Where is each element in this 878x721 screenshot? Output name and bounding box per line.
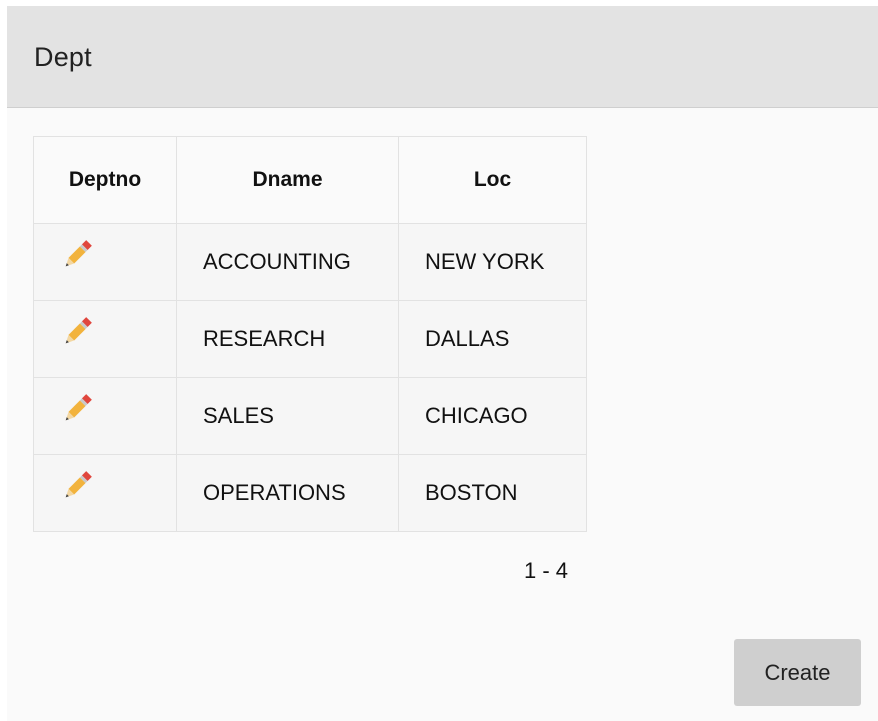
table-row: OPERATIONS BOSTON xyxy=(33,454,587,532)
cell-loc: NEW YORK xyxy=(398,223,587,301)
edit-row-link[interactable] xyxy=(58,313,96,351)
cell-loc: BOSTON xyxy=(398,454,587,532)
cell-dname: RESEARCH xyxy=(176,300,399,378)
table-header-row: Deptno Dname Loc xyxy=(33,136,587,224)
pencil-icon xyxy=(65,471,92,498)
create-button[interactable]: Create xyxy=(734,639,861,706)
column-header-loc[interactable]: Loc xyxy=(398,136,587,224)
table-row: SALES CHICAGO xyxy=(33,377,587,455)
region-header: Dept xyxy=(7,6,878,108)
edit-row-link[interactable] xyxy=(58,236,96,274)
edit-cell xyxy=(33,223,177,301)
dept-report-table: Deptno Dname Loc ACCOUNTING NEW YORK RES… xyxy=(33,136,587,532)
edit-cell xyxy=(33,377,177,455)
edit-row-link[interactable] xyxy=(58,390,96,428)
pencil-icon xyxy=(65,240,92,267)
cell-dname: ACCOUNTING xyxy=(176,223,399,301)
table-row: ACCOUNTING NEW YORK xyxy=(33,223,587,301)
column-header-dname[interactable]: Dname xyxy=(176,136,399,224)
pagination-range: 1 - 4 xyxy=(524,558,569,583)
cell-dname: SALES xyxy=(176,377,399,455)
cell-dname: OPERATIONS xyxy=(176,454,399,532)
edit-cell xyxy=(33,300,177,378)
table-row: RESEARCH DALLAS xyxy=(33,300,587,378)
edit-cell xyxy=(33,454,177,532)
pencil-icon xyxy=(65,394,92,421)
pencil-icon xyxy=(65,317,92,344)
dept-region: Dept Deptno Dname Loc ACCOUNTING NEW YOR… xyxy=(7,6,878,721)
cell-loc: DALLAS xyxy=(398,300,587,378)
column-header-deptno[interactable]: Deptno xyxy=(33,136,177,224)
edit-row-link[interactable] xyxy=(58,467,96,505)
cell-loc: CHICAGO xyxy=(398,377,587,455)
region-title: Dept xyxy=(34,42,92,72)
